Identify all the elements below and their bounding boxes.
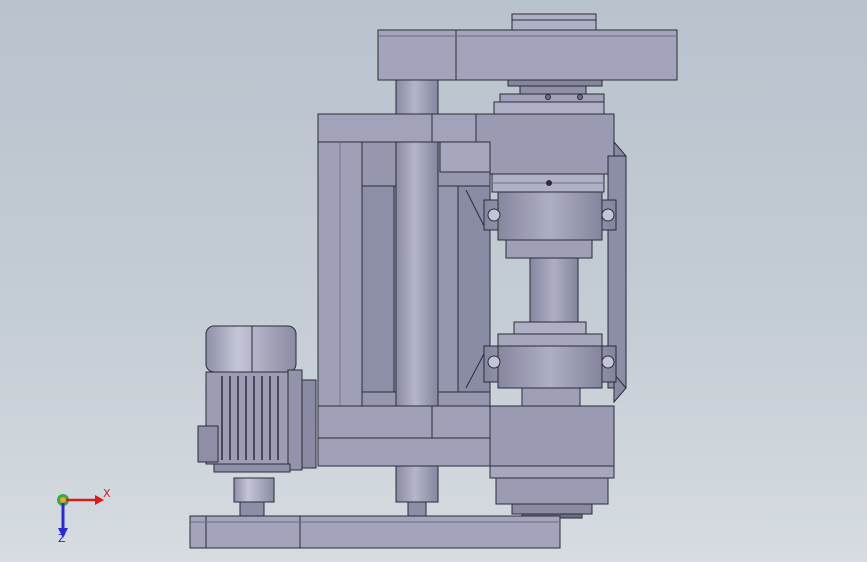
x-axis-label: X	[103, 487, 111, 500]
graphics-viewport[interactable]: X Z	[0, 0, 867, 562]
lower-roll-housing[interactable]	[483, 321, 617, 407]
top-belt-guard[interactable]	[377, 13, 678, 87]
orientation-triad[interactable]: X Z	[40, 480, 120, 550]
main-frame[interactable]	[317, 113, 627, 467]
electric-motor[interactable]	[197, 325, 317, 517]
upper-roll-housing[interactable]	[483, 173, 617, 259]
cad-model-view[interactable]	[0, 0, 867, 562]
bottom-hub	[489, 465, 615, 519]
z-axis-label: Z	[58, 532, 66, 545]
bottom-belt-guard[interactable]	[189, 515, 561, 549]
roll-shaft	[529, 257, 579, 323]
top-hub	[493, 85, 605, 115]
